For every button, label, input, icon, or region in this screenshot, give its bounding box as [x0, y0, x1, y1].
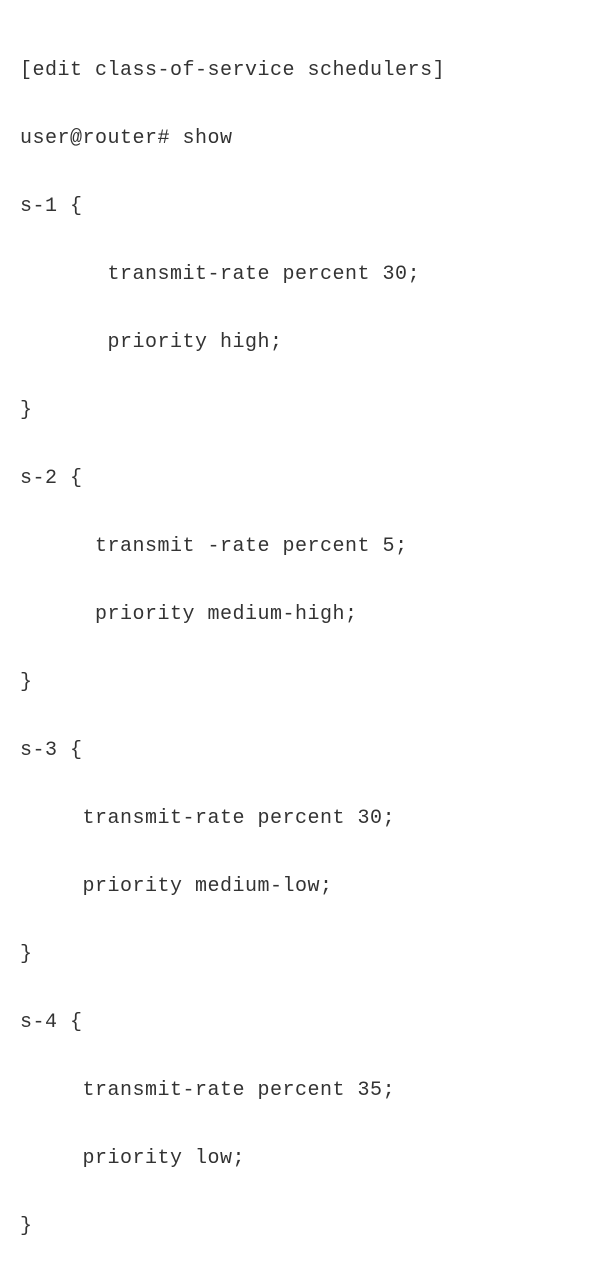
config-code-block: [edit class-of-service schedulers] user@…: [20, 20, 578, 1278]
scheduler-transmit: transmit -rate percent 5;: [20, 530, 578, 564]
scheduler-close: }: [20, 666, 578, 700]
scheduler-priority: priority low;: [20, 1142, 578, 1176]
scheduler-close: }: [20, 394, 578, 428]
scheduler-transmit: transmit-rate percent 30;: [20, 802, 578, 836]
scheduler-priority: priority high;: [20, 326, 578, 360]
scheduler-close: }: [20, 1210, 578, 1244]
scheduler-close: }: [20, 938, 578, 972]
scheduler-open: s-4 {: [20, 1006, 578, 1040]
context-line: [edit class-of-service schedulers]: [20, 54, 578, 88]
scheduler-open: s-1 {: [20, 190, 578, 224]
prompt-line: user@router# show: [20, 122, 578, 156]
scheduler-priority: priority medium-low;: [20, 870, 578, 904]
scheduler-open: s-3 {: [20, 734, 578, 768]
scheduler-transmit: transmit-rate percent 30;: [20, 258, 578, 292]
scheduler-open: s-2 {: [20, 462, 578, 496]
scheduler-transmit: transmit-rate percent 35;: [20, 1074, 578, 1108]
scheduler-priority: priority medium-high;: [20, 598, 578, 632]
